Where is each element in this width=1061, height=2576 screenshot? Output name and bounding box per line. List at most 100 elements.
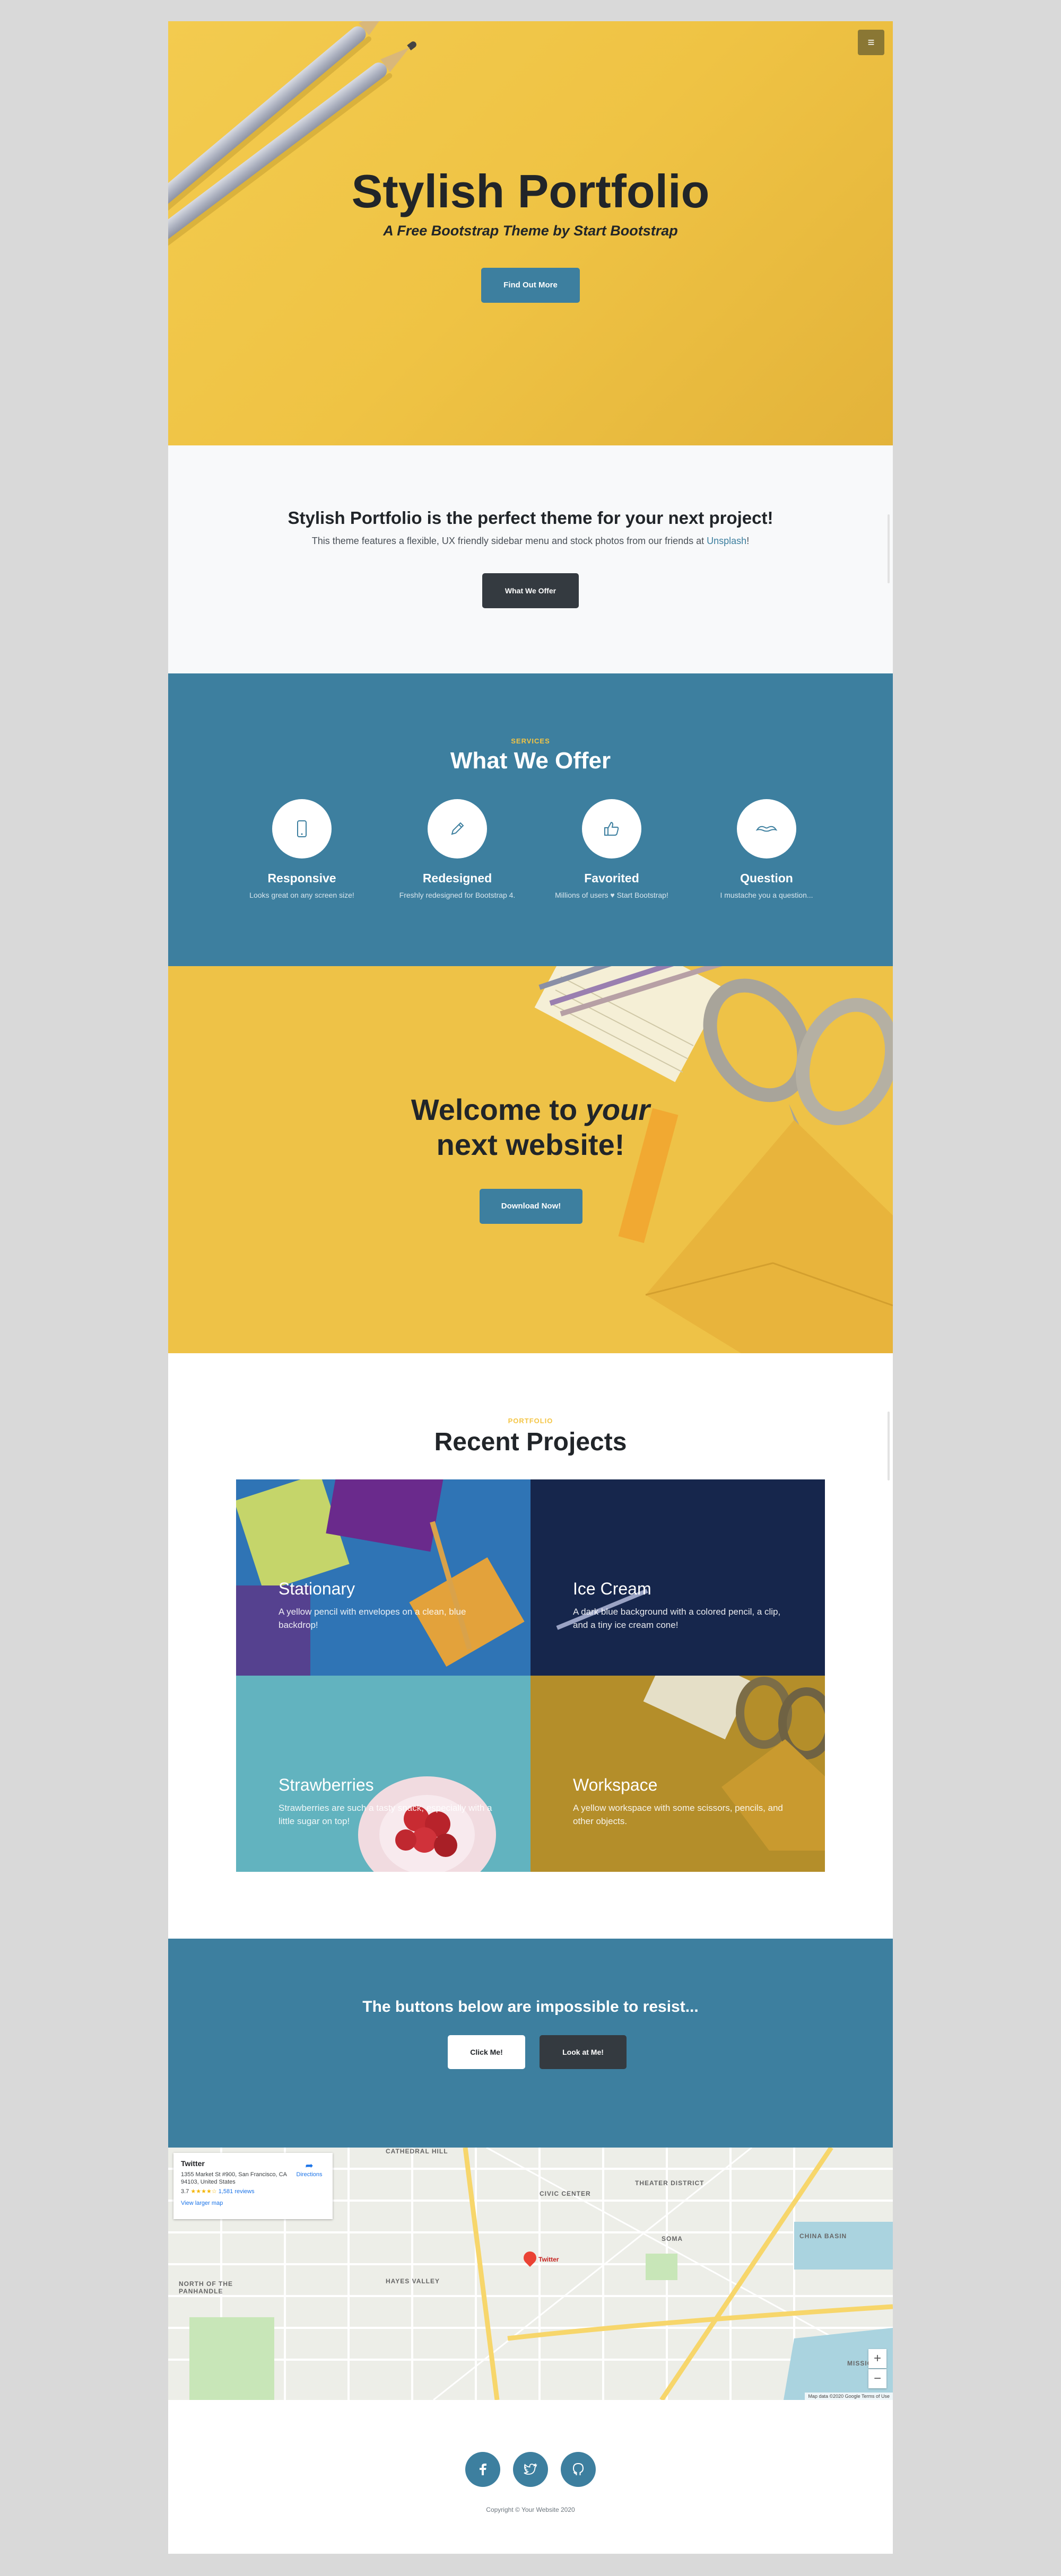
twitter-icon (524, 2464, 537, 2475)
portfolio-desc: Strawberries are such a tasty snack, esp… (279, 1803, 492, 1826)
portfolio-title: Ice Cream (573, 1579, 651, 1598)
bars-icon: ≡ (867, 36, 875, 49)
menu-toggle-button[interactable]: ≡ (858, 30, 884, 55)
service-desc-end: Start Bootstrap! (614, 891, 668, 899)
service-desc: I mustache you a question... (720, 891, 813, 899)
click-me-button[interactable]: Click Me! (448, 2035, 525, 2069)
map-pin-label: Twitter (538, 2256, 559, 2263)
map-label: CIVIC CENTER (540, 2190, 591, 2197)
service-item: Favorited Millions of users ♥ Start Boot… (543, 799, 681, 899)
service-desc-start: Millions of users (555, 891, 611, 899)
service-title: Question (740, 871, 793, 885)
portfolio-item-strawberries[interactable]: Strawberries Strawberries are such a tas… (236, 1676, 530, 1872)
service-icon-circle (428, 799, 487, 858)
map-label: CHINA BASIN (799, 2232, 847, 2240)
pencil-icon (451, 822, 464, 835)
cta-heading: The buttons below are impossible to resi… (362, 1998, 699, 2016)
footer: Copyright © Your Website 2020 (168, 2400, 893, 2554)
portfolio-title: Stationary (279, 1579, 355, 1598)
callout-heading: Welcome to your next website! (168, 1092, 893, 1162)
portfolio-item-stationary[interactable]: Stationary A yellow pencil with envelope… (236, 1479, 530, 1676)
zoom-in-button[interactable]: + (868, 2349, 886, 2368)
portfolio-item-workspace[interactable]: Workspace A yellow workspace with some s… (530, 1676, 825, 1872)
map-label: HAYES VALLEY (386, 2277, 440, 2285)
portfolio-desc: A dark blue background with a colored pe… (573, 1607, 781, 1630)
callout-section: Welcome to your next website! Download No… (168, 966, 893, 1353)
service-item: Redesigned Freshly redesigned for Bootst… (388, 799, 526, 899)
zoom-out-button[interactable]: − (868, 2369, 886, 2388)
about-heading: Stylish Portfolio is the perfect theme f… (288, 508, 773, 528)
copyright: Copyright © Your Website 2020 (486, 2506, 575, 2513)
cta-section: The buttons below are impossible to resi… (168, 1939, 893, 2148)
callout-heading-line1: Welcome to (411, 1093, 586, 1126)
service-title: Responsive (267, 871, 336, 885)
strawberries-image (358, 1776, 496, 1872)
map-card-rating: 3.7 ★★★★☆ 1,581 reviews (181, 2188, 325, 2195)
map-attribution[interactable]: Map data ©2020 Google Terms of Use (805, 2393, 893, 2400)
map-label: CATHEDRAL HILL (386, 2148, 448, 2155)
services-eyebrow: SERVICES (511, 737, 550, 745)
facebook-link[interactable] (465, 2452, 500, 2487)
portfolio-title: Strawberries (279, 1775, 374, 1794)
rating-value: 3.7 (181, 2188, 189, 2195)
map-label: SOMA (662, 2235, 683, 2242)
services-heading: What We Offer (450, 748, 611, 774)
portfolio-title: Workspace (573, 1775, 658, 1794)
map-info-card: Twitter 1355 Market St #900, San Francis… (173, 2153, 333, 2219)
service-desc: Millions of users ♥ Start Bootstrap! (543, 891, 681, 899)
facebook-icon (480, 2464, 486, 2475)
workspace-image (643, 1676, 825, 1851)
github-icon (572, 2463, 584, 2475)
about-text-body: This theme features a flexible, UX frien… (311, 536, 707, 546)
service-title: Redesigned (422, 871, 492, 885)
service-desc: Freshly redesigned for Bootstrap 4. (399, 891, 516, 899)
reviews-link[interactable]: 1,581 reviews (219, 2188, 255, 2195)
scrollbar-thumb[interactable] (888, 1412, 890, 1480)
service-icon-circle (582, 799, 641, 858)
map-label: THEATER DISTRICT (635, 2179, 705, 2187)
map-card-address: 1355 Market St #900, San Francisco, CA 9… (181, 2171, 287, 2185)
thumbs-up-icon (604, 821, 619, 836)
portfolio-desc: A yellow workspace with some scissors, p… (573, 1803, 783, 1826)
service-icon-circle (272, 799, 332, 858)
heart-icon: ♥ (610, 891, 615, 899)
download-now-button[interactable]: Download Now! (480, 1189, 582, 1224)
view-larger-map-link[interactable]: View larger map (181, 2200, 325, 2206)
mobile-phone-icon (297, 820, 307, 837)
map-label: NORTH OF THE PANHANDLE (179, 2280, 233, 2295)
callout-heading-line2: next website! (436, 1128, 625, 1161)
stationary-image (236, 1479, 525, 1676)
find-out-more-button[interactable]: Find Out More (481, 268, 580, 303)
portfolio-section: PORTFOLIO Recent Projects Stationary A y… (168, 1353, 893, 1939)
page: ≡ Stylish Portfolio A Free Bootstrap The… (168, 21, 893, 2554)
service-item: Question I mustache you a question... (698, 799, 836, 899)
about-text-end: ! (746, 536, 750, 546)
portfolio-eyebrow: PORTFOLIO (508, 1417, 553, 1425)
portfolio-caption: Strawberries Strawberries are such a tas… (279, 1775, 501, 1828)
mustache-icon (755, 826, 778, 832)
portfolio-caption: Ice Cream A dark blue background with a … (573, 1579, 796, 1632)
what-we-offer-button[interactable]: What We Offer (482, 573, 579, 608)
portfolio-caption: Stationary A yellow pencil with envelope… (279, 1579, 501, 1632)
service-desc: Looks great on any screen size! (249, 891, 354, 899)
service-icon-circle (737, 799, 796, 858)
portfolio-heading: Recent Projects (434, 1428, 627, 1456)
twitter-link[interactable] (513, 2452, 548, 2487)
hero-subtitle: A Free Bootstrap Theme by Start Bootstra… (383, 223, 678, 239)
github-link[interactable] (561, 2452, 596, 2487)
hero-section: ≡ Stylish Portfolio A Free Bootstrap The… (168, 21, 893, 445)
directions-button[interactable]: ➦ Directions (293, 2160, 325, 2178)
callout-heading-emphasis: your (585, 1093, 650, 1126)
services-section: SERVICES What We Offer Responsive Looks … (168, 673, 893, 966)
portfolio-item-ice-cream[interactable]: Ice Cream A dark blue background with a … (530, 1479, 825, 1676)
look-at-me-button[interactable]: Look at Me! (540, 2035, 627, 2069)
about-section: Stylish Portfolio is the perfect theme f… (168, 445, 893, 673)
scrollbar-thumb[interactable] (888, 514, 890, 583)
unsplash-link[interactable]: Unsplash (707, 536, 746, 546)
about-text: This theme features a flexible, UX frien… (168, 536, 893, 547)
service-title: Favorited (584, 871, 639, 885)
map-embed[interactable]: CATHEDRAL HILL CIVIC CENTER THEATER DIST… (168, 2148, 893, 2400)
portfolio-desc: A yellow pencil with envelopes on a clea… (279, 1607, 466, 1630)
ice-cream-image (530, 1479, 825, 1676)
service-item: Responsive Looks great on any screen siz… (233, 799, 371, 899)
